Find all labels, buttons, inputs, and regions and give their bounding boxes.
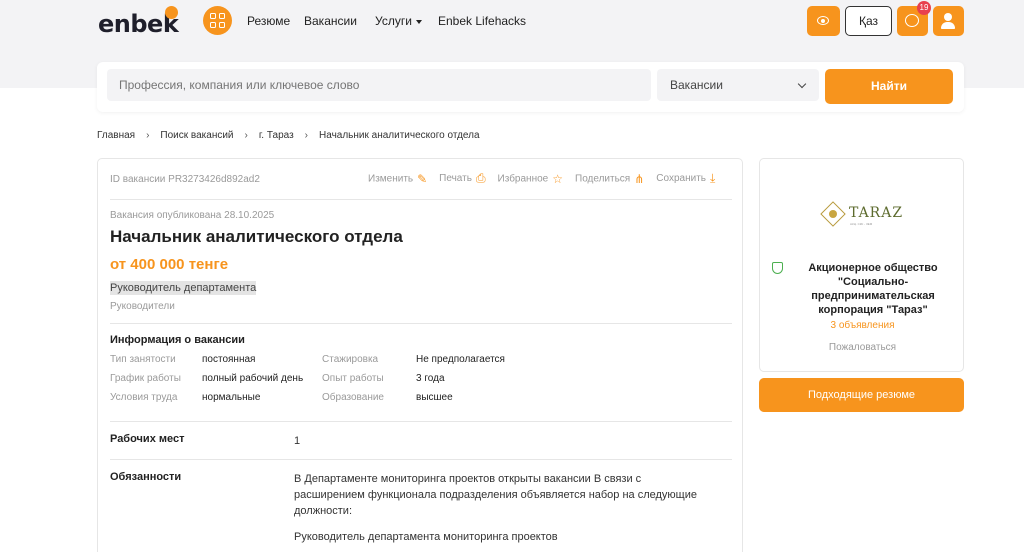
- vacancy-card: ID вакансии PR3273426d892ad2 Изменить ✎ Пе…: [97, 158, 743, 552]
- info-value: нормальные: [202, 392, 261, 403]
- search-button[interactable]: Найти: [825, 69, 953, 104]
- workplaces-label: Рабочих мест: [110, 433, 185, 445]
- nav-services-label: Услуги: [375, 14, 412, 28]
- header: enbek Резюме Вакансии Услуги Enbek Lifeh…: [0, 0, 1024, 42]
- nav-resume[interactable]: Резюме: [247, 14, 290, 28]
- nav-vacancies[interactable]: Вакансии: [304, 14, 357, 28]
- chevron-down-icon: [797, 79, 807, 89]
- print-action-label: Печать: [439, 173, 472, 185]
- nav-lifehacks[interactable]: Enbek Lifehacks: [438, 14, 526, 28]
- chat-icon: [905, 14, 919, 27]
- verified-shield-icon: [772, 262, 783, 274]
- complain-link[interactable]: Пожаловаться: [760, 342, 965, 353]
- eye-pupil-icon: [821, 19, 825, 23]
- logo-dot-icon: [165, 6, 178, 19]
- category-select-value: Вакансии: [670, 78, 723, 92]
- info-value: высшее: [416, 392, 453, 403]
- vacancy-position: Руководитель департамента: [110, 281, 257, 295]
- caret-down-icon: [415, 19, 422, 24]
- company-logo-subtext: АКЦ. СКК - ЗЕМ: [850, 222, 873, 226]
- published-date: Вакансия опубликована 28.10.2025: [110, 210, 275, 221]
- user-icon-body: [941, 22, 955, 29]
- share-icon: ⋔: [634, 171, 645, 186]
- workplaces-value: 1: [294, 435, 301, 447]
- notification-badge: 19: [917, 1, 931, 15]
- duties-item: Руководитель департамента мониторинга пр…: [294, 531, 558, 543]
- grid-icon: [219, 13, 225, 19]
- company-card: TARAZ АКЦ. СКК - ЗЕМ Акционерное обществ…: [759, 158, 964, 372]
- share-action[interactable]: Поделиться ⋔: [575, 172, 652, 186]
- edit-icon: ✎: [417, 171, 428, 186]
- vacancy-actions: Изменить ✎ Печать ⎙ Избранное ☆ Поделиться ⋔ Сох…: [368, 171, 727, 186]
- company-name[interactable]: Акционерное общество "Социально-предприн…: [788, 261, 958, 317]
- breadcrumb-city[interactable]: г. Тараз: [259, 130, 294, 141]
- divider: [110, 199, 732, 200]
- nav-services[interactable]: Услуги: [375, 14, 422, 28]
- breadcrumb-home[interactable]: Главная: [97, 130, 135, 141]
- download-icon: ⤓: [710, 171, 716, 185]
- chevron-right-icon: ›: [304, 130, 309, 141]
- breadcrumb-search[interactable]: Поиск вакансий: [160, 130, 233, 141]
- search-input[interactable]: [107, 69, 651, 101]
- divider: [110, 323, 732, 324]
- search-bar: Вакансии Найти: [97, 62, 964, 112]
- vacancy-salary: от 400 000 тенге: [110, 256, 229, 273]
- duties-label: Обязанности: [110, 471, 182, 483]
- share-action-label: Поделиться: [575, 173, 631, 185]
- favorite-action[interactable]: Избранное ☆: [498, 172, 571, 186]
- vacancy-id: ID вакансии PR3273426d892ad2: [110, 174, 260, 185]
- info-label: График работы: [110, 373, 181, 384]
- save-action[interactable]: Сохранить ⤓: [656, 171, 723, 186]
- info-label: Опыт работы: [322, 373, 384, 384]
- breadcrumb: Главная › Поиск вакансий › г. Тараз › Начальни…: [97, 130, 480, 141]
- divider: [110, 459, 732, 460]
- edit-action-label: Изменить: [368, 173, 414, 185]
- info-label: Образование: [322, 392, 384, 403]
- vacancy-category[interactable]: Руководители: [110, 301, 175, 312]
- company-emblem-center-icon: [829, 210, 837, 218]
- apps-grid-button[interactable]: [203, 6, 232, 35]
- info-label: Тип занятости: [110, 354, 176, 365]
- info-value: Не предполагается: [416, 354, 505, 365]
- matching-resumes-button[interactable]: Подходящие резюме: [759, 378, 964, 412]
- star-icon: ☆: [552, 171, 563, 186]
- language-button[interactable]: Қаз: [845, 6, 892, 36]
- profile-button[interactable]: [933, 6, 964, 36]
- grid-icon: [210, 22, 216, 28]
- chevron-right-icon: ›: [244, 130, 248, 141]
- breadcrumb-current: Начальник аналитического отдела: [319, 130, 480, 141]
- print-action[interactable]: Печать ⎙: [439, 171, 493, 186]
- save-action-label: Сохранить: [656, 173, 706, 185]
- accessibility-button[interactable]: [807, 6, 840, 36]
- info-value: постоянная: [202, 354, 256, 365]
- favorite-action-label: Избранное: [497, 173, 549, 185]
- print-icon: ⎙: [475, 171, 486, 185]
- category-select[interactable]: Вакансии: [657, 69, 819, 101]
- info-value: полный рабочий день: [202, 373, 304, 384]
- grid-icon: [219, 22, 225, 28]
- info-label: Условия труда: [110, 392, 178, 403]
- company-ads-count[interactable]: 3 объявления: [760, 320, 965, 331]
- duties-text: В Департаменте мониторинга проектов откр…: [294, 473, 697, 517]
- info-section-title: Информация о вакансии: [110, 334, 245, 346]
- company-logo-text: TARAZ: [849, 205, 904, 221]
- info-label: Стажировка: [322, 354, 379, 365]
- edit-action[interactable]: Изменить ✎: [368, 172, 435, 186]
- user-icon: [944, 13, 952, 21]
- grid-icon: [210, 13, 216, 19]
- vacancy-title: Начальник аналитического отдела: [110, 227, 403, 246]
- divider: [110, 421, 732, 422]
- info-value: 3 года: [416, 373, 445, 384]
- chevron-right-icon: ›: [146, 130, 150, 141]
